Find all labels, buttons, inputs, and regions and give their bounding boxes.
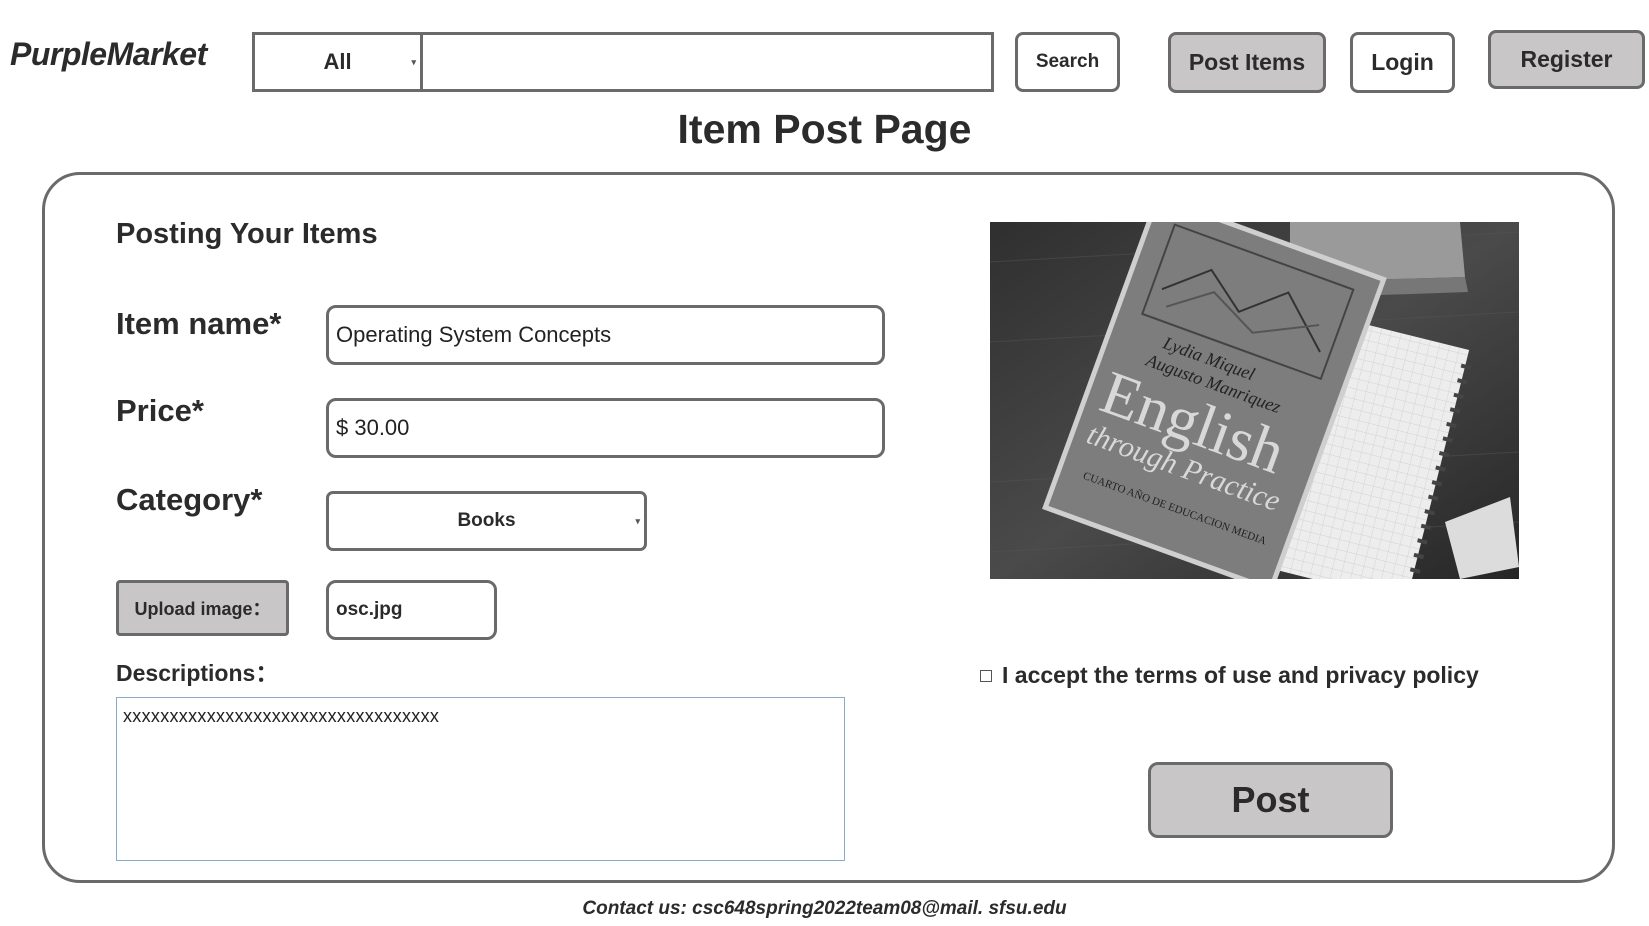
search-category-select[interactable]: All ▾ [252,32,423,92]
site-logo[interactable]: PurpleMarket [10,36,207,73]
file-name: osc.jpg [336,599,403,620]
category-select[interactable]: Books ▾ [326,491,647,551]
item-name-value: Operating System Concepts [336,322,612,347]
chevron-down-icon: ▾ [635,516,640,526]
book-photo: Lydia Miquel Augusto Manriquez English t… [990,222,1519,579]
terms-label: I accept the terms of use and privacy po… [1002,662,1479,688]
post-items-button[interactable]: Post Items [1168,32,1326,93]
item-name-label: Item name* [116,306,282,341]
category-value: Books [457,510,516,531]
login-button[interactable]: Login [1350,32,1455,93]
descriptions-textarea[interactable]: xxxxxxxxxxxxxxxxxxxxxxxxxxxxxxxxxx [116,697,845,861]
item-image-preview: Lydia Miquel Augusto Manriquez English t… [990,222,1519,579]
terms-row[interactable]: I accept the terms of use and privacy po… [980,662,1479,689]
footer-contact: Contact us: csc648spring2022team08@mail.… [582,898,1067,919]
price-value: $ 30.00 [336,415,410,440]
page-title: Item Post Page [677,106,972,152]
upload-image-button[interactable]: Upload image： [116,580,289,636]
search-input[interactable] [421,32,994,92]
form-heading: Posting Your Items [116,218,378,250]
item-name-input[interactable]: Operating System Concepts [326,305,885,365]
price-input[interactable]: $ 30.00 [326,398,885,458]
search-category-value: All [323,49,352,74]
search-button[interactable]: Search [1015,32,1120,92]
chevron-down-icon: ▾ [411,57,416,67]
register-button[interactable]: Register [1488,30,1645,89]
descriptions-label: Descriptions： [116,660,279,686]
category-label: Category* [116,482,263,517]
terms-checkbox[interactable] [980,669,992,682]
file-name-field: osc.jpg [326,580,497,640]
price-label: Price* [116,393,204,428]
post-button[interactable]: Post [1148,762,1393,838]
